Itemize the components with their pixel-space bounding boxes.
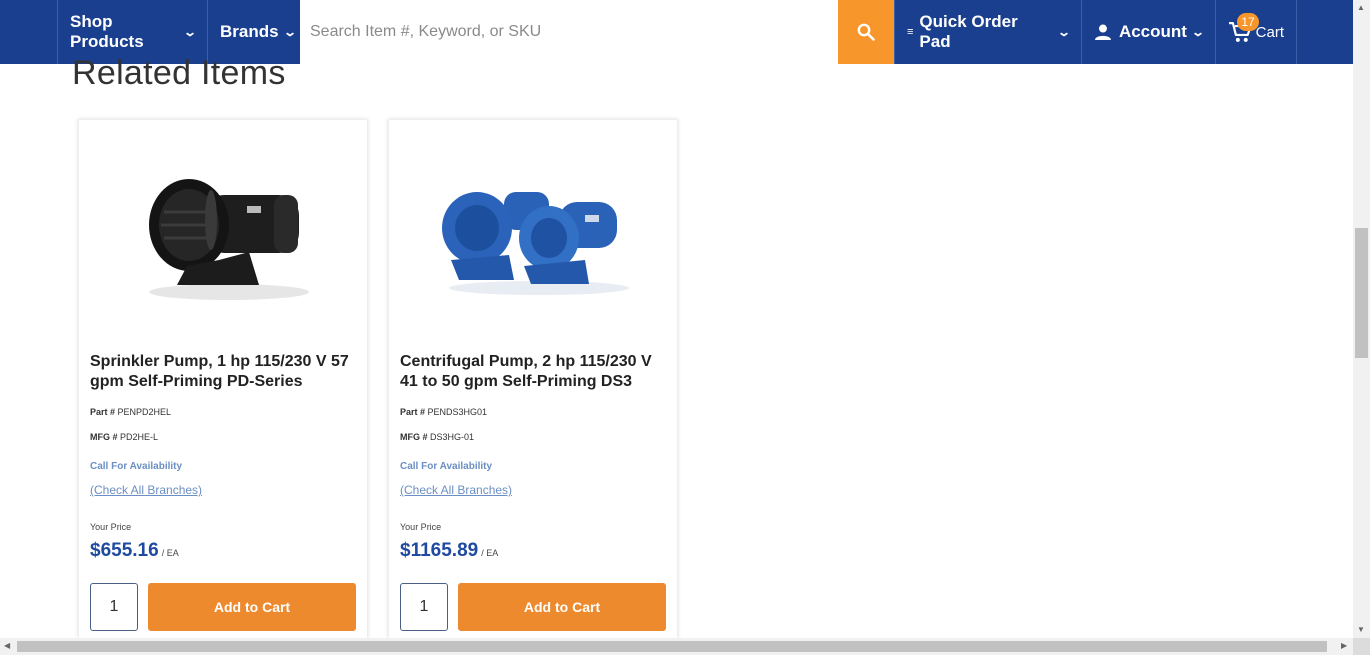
scroll-left-icon[interactable]: ◀	[4, 641, 10, 650]
mfg-number: MFG # DS3HG-01	[400, 432, 474, 442]
shop-products-label: Shop Products	[70, 12, 144, 51]
part-number: Part # PENPD2HEL	[90, 407, 171, 417]
price-unit: / EA	[161, 548, 179, 558]
quick-order-pad-menu[interactable]: ≡ Quick Order Pad ⌄	[894, 0, 1081, 64]
mfg-label: MFG #	[400, 432, 428, 442]
scroll-up-icon[interactable]: ▲	[1357, 3, 1365, 12]
price-label: Your Price	[90, 522, 132, 532]
cart-label: Cart	[1255, 23, 1284, 41]
search-button[interactable]	[838, 0, 894, 64]
horizontal-scrollbar[interactable]: ◀ ▶	[0, 638, 1353, 655]
search-input[interactable]	[300, 0, 838, 64]
mfg-label: MFG #	[90, 432, 118, 442]
brands-label: Brands	[220, 22, 279, 41]
scroll-right-icon[interactable]: ▶	[1341, 641, 1347, 650]
quantity-input[interactable]	[400, 583, 448, 631]
add-to-cart-button[interactable]: Add to Cart	[148, 583, 356, 631]
part-label: Part #	[90, 407, 116, 417]
availability-text: Call For Availability	[90, 461, 183, 472]
account-menu[interactable]: Account ⌄	[1081, 0, 1215, 64]
chevron-down-icon: ⌄	[282, 25, 297, 39]
price: $655.16/ EA	[90, 540, 179, 562]
price-label: Your Price	[400, 522, 442, 532]
mfg-value: DS3HG-01	[430, 432, 475, 442]
price-value: $1165.89	[400, 540, 479, 561]
scroll-down-icon[interactable]: ▼	[1357, 625, 1365, 634]
price-unit: / EA	[481, 548, 499, 558]
search-box	[300, 0, 838, 64]
price-value: $655.16	[90, 540, 159, 561]
quantity-input[interactable]	[90, 583, 138, 631]
part-value: PENPD2HEL	[117, 407, 172, 417]
pump-image	[442, 192, 629, 295]
check-branches-link[interactable]: (Check All Branches)	[400, 483, 512, 497]
chevron-down-icon: ⌄	[1190, 25, 1206, 39]
cart-link[interactable]: 17 Cart	[1215, 0, 1297, 64]
mfg-value: PD2HE-L	[120, 432, 159, 442]
list-icon: ≡	[907, 25, 914, 38]
availability-text: Call For Availability	[400, 461, 493, 472]
product-title[interactable]: Centrifugal Pump, 2 hp 115/230 V 41 to 5…	[400, 352, 672, 392]
page-title: Related Items	[72, 54, 286, 92]
product-card: Centrifugal Pump, 2 hp 115/230 V 41 to 5…	[388, 119, 678, 639]
scrollbar-corner	[1353, 638, 1370, 655]
part-number: Part # PENDS3HG01	[400, 407, 487, 417]
vertical-scroll-thumb[interactable]	[1355, 228, 1368, 358]
product-image[interactable]	[389, 120, 679, 350]
quick-order-pad-label: Quick Order Pad	[919, 12, 1018, 51]
cart-count-badge: 17	[1237, 13, 1259, 31]
product-title[interactable]: Sprinkler Pump, 1 hp 115/230 V 57 gpm Se…	[90, 352, 362, 392]
mfg-number: MFG # PD2HE-L	[90, 432, 158, 442]
price: $1165.89/ EA	[400, 540, 498, 562]
check-branches-link[interactable]: (Check All Branches)	[90, 483, 202, 497]
user-icon	[1094, 24, 1111, 40]
pump-image	[149, 179, 309, 300]
account-label: Account	[1118, 22, 1187, 41]
search-icon	[857, 23, 875, 41]
chevron-down-icon: ⌄	[1056, 25, 1072, 39]
product-image[interactable]	[79, 120, 369, 350]
add-to-cart-button[interactable]: Add to Cart	[458, 583, 666, 631]
chevron-down-icon: ⌄	[182, 25, 198, 39]
vertical-scrollbar[interactable]: ▲ ▼	[1353, 0, 1370, 638]
horizontal-scroll-thumb[interactable]	[17, 641, 1327, 652]
part-value: PENDS3HG01	[427, 407, 488, 417]
product-card: Sprinkler Pump, 1 hp 115/230 V 57 gpm Se…	[78, 119, 368, 639]
part-label: Part #	[400, 407, 426, 417]
nav-left-edge	[0, 0, 57, 64]
